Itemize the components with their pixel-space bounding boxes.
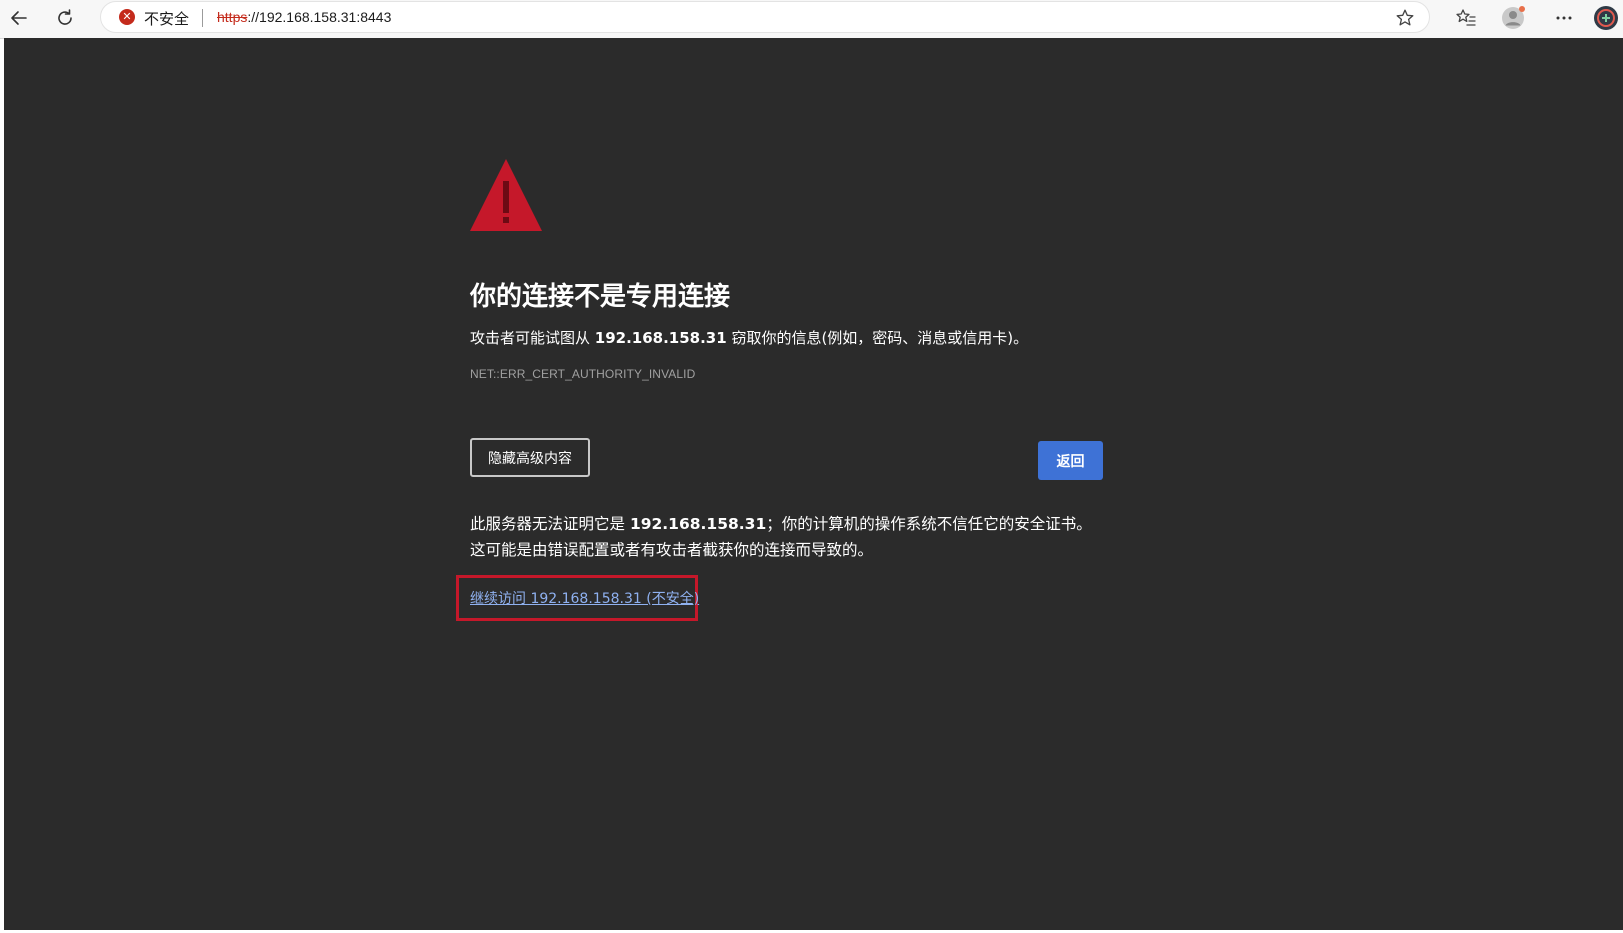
ellipsis-icon <box>1556 16 1572 20</box>
warning-description: 攻击者可能试图从 192.168.158.31 窃取你的信息(例如，密码、消息或… <box>470 327 1028 348</box>
desc-host: 192.168.158.31 <box>594 329 727 347</box>
warning-icon <box>470 159 542 231</box>
extension-button[interactable] <box>1591 3 1621 33</box>
hide-advanced-button[interactable]: 隐藏高级内容 <box>470 438 590 477</box>
desc-prefix: 攻击者可能试图从 <box>470 329 595 347</box>
back-button[interactable] <box>3 3 35 33</box>
favorites-button[interactable] <box>1450 3 1482 33</box>
url-text[interactable]: https://192.168.158.31:8443 <box>217 9 391 25</box>
not-secure-icon[interactable]: ✕ <box>119 9 135 25</box>
explain-host: 192.168.158.31 <box>629 515 767 533</box>
url-scheme: https <box>217 9 248 25</box>
error-code[interactable]: NET::ERR_CERT_AUTHORITY_INVALID <box>470 367 695 381</box>
reload-button[interactable] <box>49 3 81 33</box>
back-to-safety-button[interactable]: 返回 <box>1038 441 1103 480</box>
arrow-left-icon <box>11 11 27 25</box>
favorites-list-icon <box>1456 9 1476 26</box>
profile-button[interactable] <box>1498 3 1530 33</box>
proceed-unsafe-link[interactable]: 继续访问 192.168.158.31 (不安全) <box>470 588 699 608</box>
extension-icon <box>1594 6 1618 30</box>
page-title: 你的连接不是专用连接 <box>470 282 731 312</box>
browser-toolbar: ✕ 不安全 https://192.168.158.31:8443 <box>0 0 1623 39</box>
address-bar[interactable]: ✕ 不安全 https://192.168.158.31:8443 <box>100 1 1430 33</box>
reload-icon <box>58 9 72 25</box>
page-viewport: 你的连接不是专用连接 攻击者可能试图从 192.168.158.31 窃取你的信… <box>4 38 1623 930</box>
desc-suffix: 窃取你的信息(例如，密码、消息或信用卡)。 <box>726 329 1029 347</box>
add-favorite-button[interactable] <box>1395 8 1415 32</box>
more-menu-button[interactable] <box>1548 3 1580 33</box>
star-icon <box>1396 9 1414 26</box>
security-label[interactable]: 不安全 <box>144 8 189 29</box>
advanced-explanation: 此服务器无法证明它是 192.168.158.31；你的计算机的操作系统不信任它… <box>470 511 1106 563</box>
url-host: ://192.168.158.31:8443 <box>247 9 392 25</box>
address-divider <box>202 9 203 27</box>
profile-avatar-icon <box>1502 6 1525 29</box>
explain-prefix: 此服务器无法证明它是 <box>470 515 630 533</box>
